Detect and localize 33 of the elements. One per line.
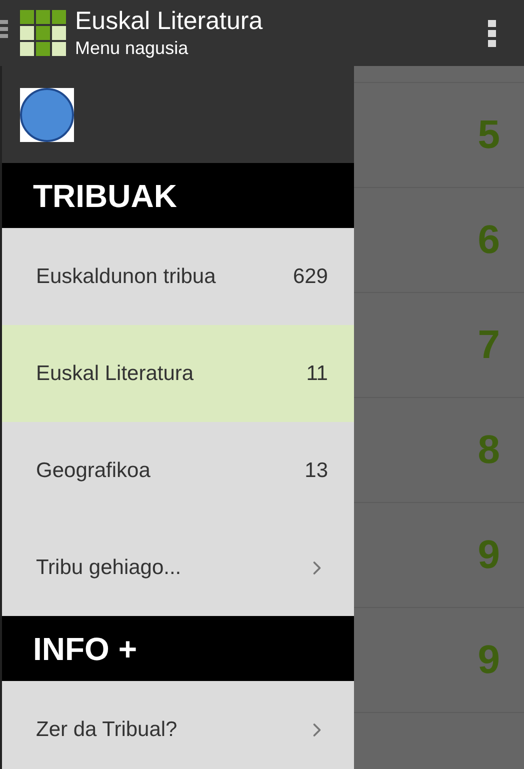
item-label: Zer da Tribual? bbox=[36, 716, 178, 743]
list-row[interactable]: 6 bbox=[354, 187, 524, 293]
list-row[interactable]: 5 bbox=[354, 82, 524, 188]
list-row[interactable]: 9 bbox=[354, 502, 524, 608]
item-label: Euskaldunon tribua bbox=[36, 264, 216, 290]
list-row[interactable]: 8 bbox=[354, 397, 524, 503]
app-subtitle: Menu nagusia bbox=[75, 39, 190, 57]
row-number: 6 bbox=[478, 217, 500, 264]
row-number: 7 bbox=[478, 322, 500, 369]
list-row[interactable]: 9 bbox=[354, 607, 524, 713]
list-row[interactable]: 7 bbox=[354, 292, 524, 398]
overflow-menu-icon[interactable] bbox=[486, 18, 498, 48]
item-label: Geografikoa bbox=[36, 458, 150, 484]
row-number: 8 bbox=[478, 427, 500, 474]
drawer-item[interactable]: Geografikoa 13 bbox=[2, 422, 354, 519]
section-title: INFO + bbox=[33, 630, 138, 668]
drawer-item[interactable]: Tribu gehiago... bbox=[2, 519, 354, 616]
item-count: 13 bbox=[304, 458, 328, 484]
row-number: 5 bbox=[478, 112, 500, 159]
drawer-handle-icon[interactable] bbox=[0, 20, 8, 38]
grid-logo-icon bbox=[20, 10, 66, 56]
row-number: 9 bbox=[478, 532, 500, 579]
item-label: Tribu gehiago... bbox=[36, 554, 182, 581]
drawer-item[interactable]: Euskaldunon tribua 629 bbox=[2, 228, 354, 325]
section-title: TRIBUAK bbox=[33, 176, 177, 216]
item-count: 629 bbox=[292, 264, 328, 290]
drawer-item[interactable]: Zer da Tribual? bbox=[2, 681, 354, 769]
item-count: 11 bbox=[306, 360, 328, 387]
avatar bbox=[20, 88, 74, 142]
row-number: 9 bbox=[478, 637, 500, 684]
item-label: Euskal Literatura bbox=[36, 360, 194, 387]
app-title: Euskal Literatura bbox=[75, 9, 263, 34]
drawer-item[interactable]: Euskal Literatura 11 bbox=[2, 325, 354, 422]
